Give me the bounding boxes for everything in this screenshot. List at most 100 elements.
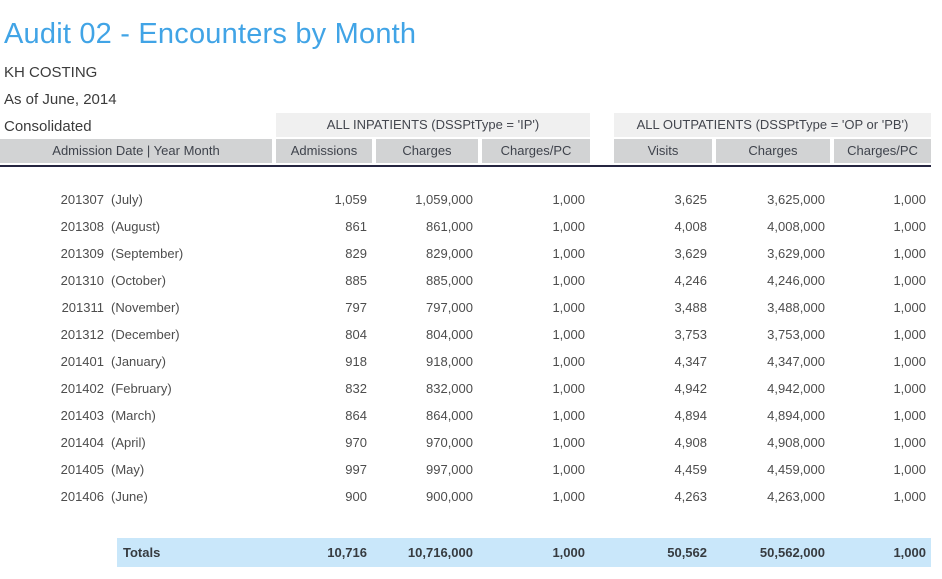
cell-ip-admissions: 970 [276,429,372,456]
report-title: Audit 02 - Encounters by Month [4,18,416,51]
year-month-value: 201404 [0,429,104,456]
month-name: (August) [111,213,160,240]
cell-ip-admissions: 829 [276,240,372,267]
cell-ip-charges-pc: 1,000 [482,375,590,402]
cell-op-visits: 3,629 [614,240,712,267]
cell-op-visits: 4,942 [614,375,712,402]
cell-ip-charges: 832,000 [376,375,478,402]
month-name: (October) [111,267,166,294]
table-row: 201402 (February) 832 832,000 1,000 4,94… [0,375,931,402]
table-row: 201404 (April) 970 970,000 1,000 4,908 4… [0,429,931,456]
table-row: 201406 (June) 900 900,000 1,000 4,263 4,… [0,483,931,510]
month-name: (July) [111,186,143,213]
cell-ip-charges-pc: 1,000 [482,456,590,483]
cell-op-charges-pc: 1,000 [834,456,931,483]
cell-year-month: 201311 (November) [0,294,272,321]
totals-ip-charges: 10,716,000 [376,538,478,567]
totals-ip-charges-pc: 1,000 [482,538,590,567]
report-entity: KH COSTING [4,64,97,81]
year-month-value: 201310 [0,267,104,294]
cell-ip-charges-pc: 1,000 [482,348,590,375]
month-name: (November) [111,294,180,321]
cell-ip-admissions: 832 [276,375,372,402]
cell-ip-charges-pc: 1,000 [482,267,590,294]
totals-op-visits: 50,562 [614,538,712,567]
cell-ip-charges-pc: 1,000 [482,483,590,510]
month-name: (September) [111,240,183,267]
cell-year-month: 201309 (September) [0,240,272,267]
column-header-ip-charges-pc: Charges/PC [482,139,590,163]
cell-op-visits: 4,347 [614,348,712,375]
cell-ip-charges: 970,000 [376,429,478,456]
year-month-value: 201307 [0,186,104,213]
month-name: (March) [111,402,156,429]
column-header-ip-admissions: Admissions [276,139,372,163]
cell-op-charges-pc: 1,000 [834,294,931,321]
cell-year-month: 201310 (October) [0,267,272,294]
cell-op-visits: 4,459 [614,456,712,483]
column-header-row: Admission Date | Year Month Admissions C… [0,139,931,163]
cell-op-visits: 4,908 [614,429,712,456]
cell-op-charges: 4,008,000 [716,213,830,240]
table-row: 201309 (September) 829 829,000 1,000 3,6… [0,240,931,267]
table-row: 201401 (January) 918 918,000 1,000 4,347… [0,348,931,375]
cell-op-charges: 4,942,000 [716,375,830,402]
cell-op-visits: 4,894 [614,402,712,429]
group-header-inpatients: ALL INPATIENTS (DSSPtType = 'IP') [276,113,590,137]
cell-op-charges: 4,894,000 [716,402,830,429]
cell-op-visits: 3,625 [614,186,712,213]
cell-ip-charges: 829,000 [376,240,478,267]
totals-label: Totals [117,538,272,567]
cell-ip-admissions: 885 [276,267,372,294]
month-name: (April) [111,429,146,456]
cell-op-visits: 3,488 [614,294,712,321]
totals-op-charges-pc: 1,000 [834,538,931,567]
group-header-row: ALL INPATIENTS (DSSPtType = 'IP') ALL OU… [0,113,931,137]
cell-op-charges: 4,908,000 [716,429,830,456]
cell-op-charges-pc: 1,000 [834,375,931,402]
table-row: 201308 (August) 861 861,000 1,000 4,008 … [0,213,931,240]
header-rule [0,165,931,167]
cell-ip-charges-pc: 1,000 [482,294,590,321]
cell-ip-charges: 797,000 [376,294,478,321]
cell-ip-charges: 804,000 [376,321,478,348]
cell-year-month: 201405 (May) [0,456,272,483]
table-row: 201405 (May) 997 997,000 1,000 4,459 4,4… [0,456,931,483]
table-row: 201311 (November) 797 797,000 1,000 3,48… [0,294,931,321]
cell-ip-charges: 997,000 [376,456,478,483]
column-header-op-charges-pc: Charges/PC [834,139,931,163]
cell-op-charges-pc: 1,000 [834,321,931,348]
totals-row: Totals 10,716 10,716,000 1,000 50,562 50… [117,538,931,567]
table-row: 201312 (December) 804 804,000 1,000 3,75… [0,321,931,348]
report-page: Audit 02 - Encounters by Month KH COSTIN… [0,0,942,579]
table-row: 201403 (March) 864 864,000 1,000 4,894 4… [0,402,931,429]
year-month-value: 201311 [0,294,104,321]
group-divider-gap [590,139,614,163]
cell-year-month: 201403 (March) [0,402,272,429]
cell-op-visits: 4,263 [614,483,712,510]
cell-ip-charges-pc: 1,000 [482,402,590,429]
cell-op-visits: 4,008 [614,213,712,240]
column-header-op-visits: Visits [614,139,712,163]
column-header-ip-charges: Charges [376,139,478,163]
cell-ip-charges: 864,000 [376,402,478,429]
cell-op-charges: 3,625,000 [716,186,830,213]
cell-op-charges: 3,753,000 [716,321,830,348]
year-month-value: 201309 [0,240,104,267]
cell-op-charges-pc: 1,000 [834,267,931,294]
cell-op-charges: 3,488,000 [716,294,830,321]
cell-year-month: 201307 (July) [0,186,272,213]
cell-year-month: 201312 (December) [0,321,272,348]
cell-year-month: 201406 (June) [0,483,272,510]
cell-op-charges-pc: 1,000 [834,213,931,240]
column-header-admission-date: Admission Date | Year Month [0,139,272,163]
cell-op-charges-pc: 1,000 [834,348,931,375]
cell-op-charges: 4,459,000 [716,456,830,483]
cell-op-charges-pc: 1,000 [834,240,931,267]
cell-op-charges-pc: 1,000 [834,483,931,510]
year-month-value: 201405 [0,456,104,483]
cell-ip-admissions: 804 [276,321,372,348]
cell-ip-charges: 900,000 [376,483,478,510]
cell-ip-charges-pc: 1,000 [482,429,590,456]
cell-ip-charges-pc: 1,000 [482,240,590,267]
